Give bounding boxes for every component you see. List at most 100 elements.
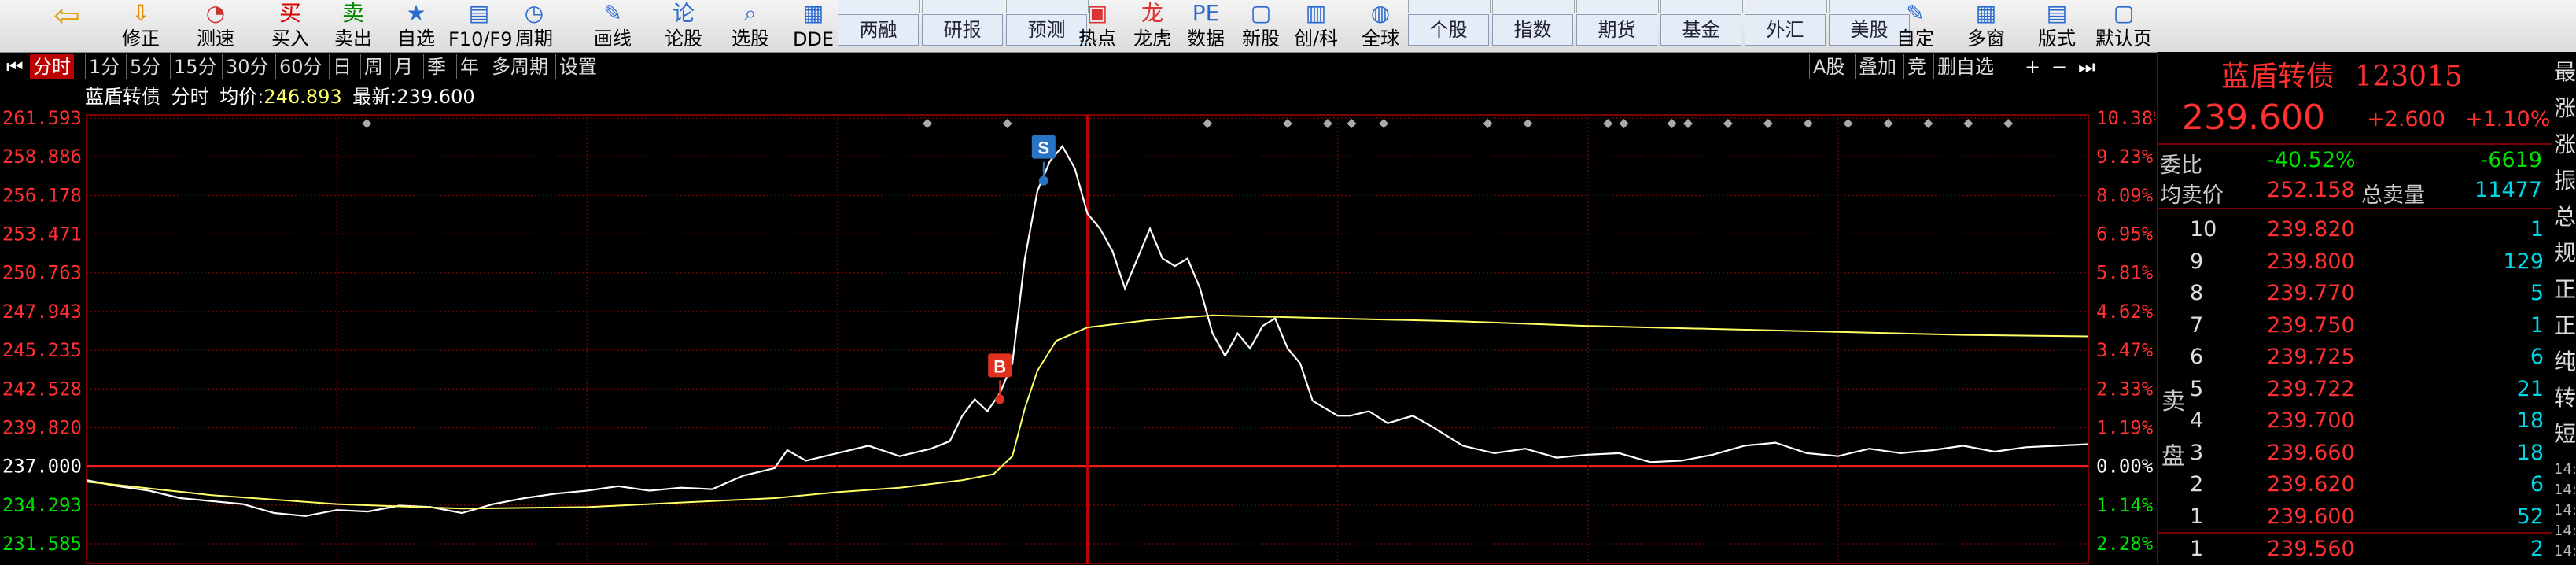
level-number: 2 [2190,472,2204,497]
quote-panel: 蓝盾转债 123015 239.600 +2.600 +1.10% 委比 -40… [2157,52,2552,564]
intraday-chart[interactable]: 261.593 10.38% 258.886 9.23% 256.178 8.09% 253… [0,0,2155,564]
side-label: 短 [2554,421,2576,447]
event-marker-icon[interactable] [1283,119,1292,128]
ratio-label: 委比 [2160,153,2202,178]
level-price: 239.725 [2267,345,2355,369]
level-price: 239.620 [2267,472,2355,497]
sell-level-row[interactable]: 7 239.750 1 [2158,310,2552,342]
event-marker-icon[interactable] [1619,119,1629,128]
quote-code: 123015 [2354,61,2463,93]
level-price: 239.800 [2267,249,2355,274]
level-number: 1 [2190,537,2204,561]
divider [2158,208,2552,209]
side-time: 14: [2554,482,2576,498]
y-tick-left: 245.235 [2,339,82,361]
event-marker-icon[interactable] [1963,119,1973,128]
event-marker-icon[interactable] [1883,119,1893,128]
level-volume: 2 [2530,537,2544,561]
sell-level-row[interactable]: 4 239.700 18 [2158,405,2552,437]
side-time: 14: [2554,543,2576,559]
sell-level-row[interactable]: 3 239.660 18 [2158,438,2552,469]
y-tick-left: 237.000 [2,456,82,478]
event-marker-icon[interactable] [362,119,372,128]
event-marker-icon[interactable] [1683,119,1693,128]
level-price: 239.750 [2267,312,2355,338]
y-tick-right: 4.62% [2096,301,2154,323]
y-tick-right: 0.00% [2096,456,2154,478]
y-tick-right: 6.95% [2096,223,2154,246]
side-label: 转 [2554,385,2576,411]
level-price: 239.820 [2267,217,2355,242]
level-price: 239.560 [2267,537,2355,561]
level-number: 9 [2190,249,2204,274]
sell-level-row[interactable]: 8 239.770 5 [2158,278,2552,309]
event-marker-icon[interactable] [1523,119,1533,128]
sell-level-row[interactable]: 2 239.620 6 [2158,469,2552,500]
event-marker-icon[interactable] [1803,119,1813,128]
side-label: 最 [2554,59,2576,85]
sell-level-row[interactable]: 10 239.820 1 [2158,214,2552,246]
event-marker-icon[interactable] [1322,119,1332,128]
y-tick-left: 242.528 [2,378,82,400]
event-marker-icon[interactable] [1347,119,1357,128]
avg-sell-label: 均卖价 [2160,183,2224,208]
side-label: 纯 [2554,349,2576,375]
y-tick-left: 261.593 [2,107,82,129]
level-volume: 21 [2516,376,2544,401]
level-number: 1 [2190,504,2204,529]
level-number: 5 [2190,376,2204,401]
level-volume: 18 [2516,440,2544,465]
side-info-strip: 最涨涨振总规正正纯转短 14: 14: 14: 14: 14: [2552,52,2576,564]
sell-level-row[interactable]: 1 239.600 52 [2158,501,2552,533]
divider [2158,143,2552,145]
side-label: 涨 [2554,131,2576,157]
quote-name: 蓝盾转债 [2221,61,2335,93]
y-tick-right: 9.23% [2096,146,2154,168]
level-price: 239.722 [2267,376,2355,401]
y-tick-right: 1.14% [2096,494,2154,516]
event-marker-icon[interactable] [2003,119,2014,128]
level-number: 3 [2190,440,2204,465]
y-tick-right: 5.81% [2096,262,2154,284]
level-number: 6 [2190,345,2204,369]
y-tick-left: 247.943 [2,301,82,323]
side-label: 正 [2554,312,2576,338]
level-price: 239.700 [2267,408,2355,433]
level-volume: 6 [2530,472,2544,497]
event-marker-icon[interactable] [1379,119,1389,128]
level-number: 10 [2190,217,2217,242]
level-number: 7 [2190,312,2204,338]
event-marker-icon[interactable] [1763,119,1773,128]
trade-marker-dot [995,394,1005,404]
trade-marker-dot [1038,175,1048,186]
event-marker-icon[interactable] [922,119,932,128]
avg-sell-value: 252.158 [2267,178,2355,202]
sell-level-row[interactable]: 5 239.722 21 [2158,374,2552,405]
event-marker-icon[interactable] [1203,119,1213,128]
y-tick-right: 10.38% [2096,107,2155,129]
y-tick-left: 253.471 [2,223,82,246]
total-sell-label: 总卖量 [2361,183,2425,208]
event-marker-icon[interactable] [1603,119,1613,128]
level-volume: 52 [2516,504,2544,529]
event-marker-icon[interactable] [1483,119,1493,128]
side-label: 正 [2554,276,2576,302]
total-sell-value: 11477 [2475,178,2542,202]
event-marker-icon[interactable] [1843,119,1853,128]
quote-title: 蓝盾转债 123015 [2221,54,2463,94]
side-label: 总 [2554,204,2576,230]
y-tick-right: 1.19% [2096,416,2154,438]
event-marker-icon[interactable] [1923,119,1933,128]
buy-level-row[interactable]: 1 239.560 2 [2158,534,2552,565]
event-marker-icon[interactable] [1002,119,1012,128]
level-volume: 18 [2516,408,2544,433]
level-volume: 1 [2530,217,2544,242]
sell-level-row[interactable]: 6 239.725 6 [2158,342,2552,373]
y-tick-left: 256.178 [2,184,82,206]
sell-level-row[interactable]: 9 239.800 129 [2158,246,2552,278]
level-number: 4 [2190,408,2204,433]
event-marker-icon[interactable] [1723,119,1733,128]
level-volume: 6 [2530,345,2544,369]
event-marker-icon[interactable] [1667,119,1677,128]
trade-marker-label: S [1037,138,1049,158]
